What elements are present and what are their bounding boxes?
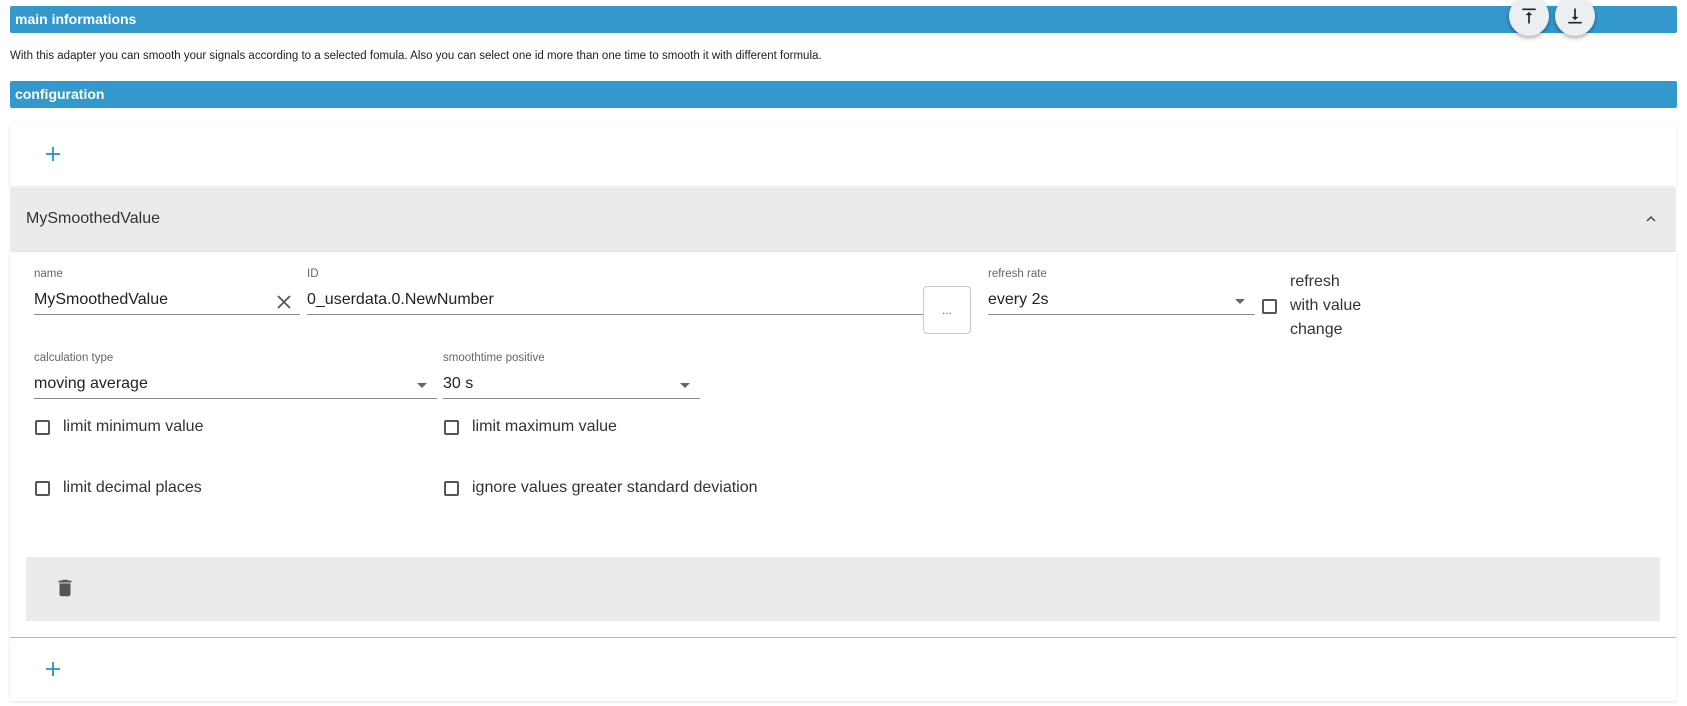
name-field[interactable]: name MySmoothedValue	[34, 268, 300, 316]
id-field[interactable]: ID 0_userdata.0.NewNumber	[307, 268, 929, 316]
refresh-rate-select[interactable]: refresh rate every 2s	[988, 268, 1255, 316]
limit-decimal-checkbox[interactable]: limit decimal places	[35, 479, 202, 497]
accordion-header[interactable]: MySmoothedValue	[10, 188, 1676, 252]
name-input[interactable]: MySmoothedValue	[34, 286, 300, 315]
limit-minimum-checkbox[interactable]: limit minimum value	[35, 418, 203, 436]
checkbox-box[interactable]	[35, 480, 50, 496]
dropdown-arrow-icon	[1235, 299, 1245, 304]
add-item-panel-bottom	[10, 638, 1676, 701]
accordion-title: MySmoothedValue	[26, 210, 160, 227]
refresh-rate-label: refresh rate	[988, 268, 1047, 280]
limit-minimum-label: limit minimum value	[63, 418, 204, 435]
name-label: name	[34, 268, 63, 280]
section-title: configuration	[15, 86, 105, 102]
section-header-main-informations: main informations	[10, 6, 1677, 33]
plus-icon	[46, 662, 60, 676]
add-item-panel-top	[10, 123, 1676, 186]
checkbox-box[interactable]	[444, 480, 459, 496]
adapter-description: With this adapter you can smooth your si…	[10, 50, 822, 62]
accordion-body: name MySmoothedValue ID 0_userdata.0.New…	[10, 252, 1676, 638]
id-input[interactable]: 0_userdata.0.NewNumber	[307, 286, 929, 315]
plus-icon	[46, 147, 60, 161]
dropdown-arrow-icon	[680, 383, 690, 388]
smoothtime-label: smoothtime positive	[443, 352, 545, 364]
add-item-button[interactable]	[40, 141, 66, 167]
select-id-button[interactable]: ...	[923, 286, 971, 334]
section-header-configuration: configuration	[10, 81, 1677, 108]
dropdown-arrow-icon	[417, 383, 427, 388]
close-icon[interactable]	[276, 294, 292, 310]
checkbox-box[interactable]	[35, 419, 50, 435]
checkbox-box[interactable]	[444, 419, 459, 435]
refresh-with-change-label: refresh with value change	[1290, 273, 1362, 338]
item-actions-bar	[26, 557, 1660, 621]
limit-decimal-label: limit decimal places	[63, 479, 202, 496]
refresh-rate-value[interactable]: every 2s	[988, 286, 1255, 315]
calculation-type-select[interactable]: calculation type moving average	[34, 352, 437, 400]
smoothtime-value[interactable]: 30 s	[443, 370, 700, 399]
vertical-align-bottom-icon	[1568, 8, 1582, 24]
checkbox-box[interactable]	[1262, 298, 1277, 314]
id-label: ID	[307, 268, 319, 280]
chevron-up-icon[interactable]	[1642, 210, 1660, 228]
vertical-align-top-icon	[1522, 8, 1536, 24]
limit-maximum-checkbox[interactable]: limit maximum value	[444, 418, 617, 436]
smoothtime-select[interactable]: smoothtime positive 30 s	[443, 352, 700, 400]
ignore-std-deviation-label: ignore values greater standard deviation	[472, 479, 758, 496]
limit-maximum-label: limit maximum value	[472, 418, 617, 435]
ignore-std-deviation-checkbox[interactable]: ignore values greater standard deviation	[444, 479, 758, 497]
refresh-with-change-checkbox[interactable]: refresh with value change	[1262, 270, 1392, 342]
trash-icon[interactable]	[54, 577, 76, 599]
calculation-type-label: calculation type	[34, 352, 114, 364]
add-item-button[interactable]	[40, 656, 66, 682]
calculation-type-value[interactable]: moving average	[34, 370, 437, 399]
section-title: main informations	[15, 11, 137, 27]
